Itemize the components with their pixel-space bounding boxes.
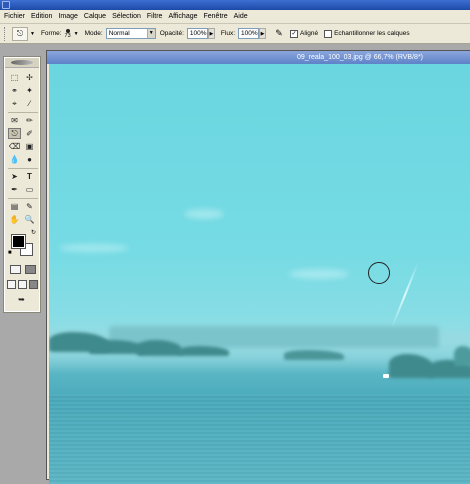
lasso-tool-icon[interactable]: ⚭ (8, 85, 21, 96)
aligne-checkbox[interactable]: ✓ (290, 29, 299, 38)
flux-label: Flux: (220, 30, 236, 37)
menu-fenetre[interactable]: Fenêtre (204, 13, 228, 20)
menu-filtre[interactable]: Filtre (147, 13, 163, 20)
window-title-bar (0, 0, 470, 10)
opacite-label: Opacité: (159, 30, 184, 37)
screen-mode-full-menu-button[interactable] (18, 280, 27, 289)
forme-label: Forme: (40, 30, 62, 37)
flux-input[interactable]: 100% (238, 28, 260, 39)
shape-tool-icon[interactable]: ▭ (23, 184, 36, 195)
document-title-bar[interactable]: 09_reala_100_03.jpg @ 66,7% (RVB/8*) (47, 51, 470, 64)
checkmark-icon: ✓ (291, 30, 297, 37)
marquee-tool-icon[interactable]: ⬚ (8, 72, 21, 83)
airbrush-icon[interactable]: ✎ (272, 27, 286, 41)
swap-colors-icon[interactable]: ↻ (31, 229, 36, 236)
chevron-down-icon[interactable]: ▼ (30, 31, 35, 37)
hand-tool-icon[interactable]: ✋ (8, 214, 21, 225)
move-tool-icon[interactable]: ✢ (23, 72, 36, 83)
default-colors-icon[interactable]: ■ (8, 250, 12, 256)
menu-affichage[interactable]: Affichage (168, 13, 197, 20)
toolbox-panel: ⬚ ✢ ⚭ ✦ ⌖ ∕ ✉ ✏ ⎋ ✐ ⌫ ▣ 💧 ● ➤ T ✒ ▭ ▤ ✎ … (3, 56, 41, 313)
flux-value: 100% (241, 30, 258, 37)
toolbox-divider (8, 168, 38, 169)
history-brush-tool-icon[interactable]: ✐ (23, 128, 36, 139)
healing-brush-tool-icon[interactable]: ✉ (8, 115, 21, 126)
clone-stamp-tool-icon[interactable]: ⎋ (8, 128, 21, 139)
pen-tool-icon[interactable]: ✒ (8, 184, 21, 195)
brush-tool-icon[interactable]: ✏ (23, 115, 36, 126)
feather-logo-icon (11, 60, 33, 65)
zoom-tool-icon[interactable]: 🔍 (23, 214, 36, 225)
cloud (59, 244, 129, 252)
document-title: 09_reala_100_03.jpg @ 66,7% (RVB/8*) (296, 54, 423, 61)
document-window: 09_reala_100_03.jpg @ 66,7% (RVB/8*) (46, 50, 470, 484)
foreground-color-swatch[interactable] (11, 234, 26, 249)
crop-tool-icon[interactable]: ⌖ (8, 98, 21, 109)
mode-dropdown-icon[interactable]: ▼ (146, 29, 155, 38)
quick-mask-mode-button[interactable] (25, 265, 36, 274)
flux-slider-button[interactable]: ▶ (259, 28, 267, 39)
cloud (184, 209, 224, 219)
toolbox-header[interactable] (5, 58, 39, 68)
type-tool-icon[interactable]: T (23, 171, 36, 182)
rock-island (179, 346, 229, 356)
brush-picker-arrow-icon[interactable]: ▼ (74, 31, 79, 37)
rock-island (89, 340, 144, 354)
echantillonner-label: Echantillonner les calques (334, 30, 410, 37)
menu-edition[interactable]: Edition (31, 13, 52, 20)
menu-calque[interactable]: Calque (84, 13, 106, 20)
aligne-label: Aligné (300, 30, 319, 37)
menu-image[interactable]: Image (58, 13, 77, 20)
slice-tool-icon[interactable]: ∕ (23, 98, 36, 109)
menu-fichier[interactable]: Fichier (4, 13, 25, 20)
mode-label: Mode: (84, 30, 103, 37)
clone-stamp-preset-icon[interactable]: ⎋ (12, 26, 28, 41)
opacite-input[interactable]: 100% (186, 28, 208, 39)
echantillonner-checkbox[interactable] (324, 29, 333, 38)
opacite-value: 100% (189, 30, 207, 37)
screen-mode-full-button[interactable] (29, 280, 38, 289)
path-selection-tool-icon[interactable]: ➤ (8, 171, 21, 182)
photoshop-app-icon[interactable] (2, 1, 10, 9)
sea-surface (49, 394, 470, 484)
brush-cursor (368, 262, 390, 284)
options-grip[interactable] (4, 26, 7, 41)
notes-tool-icon[interactable]: ▤ (8, 201, 21, 212)
rock-island (284, 350, 344, 360)
tool-options-bar: ⎋ ▼ Forme: 73 ▼ Mode: Normal ▼ Opacité: … (0, 24, 470, 44)
eyedropper-tool-icon[interactable]: ✎ (23, 201, 36, 212)
menu-bar: Fichier Edition Image Calque Sélection F… (0, 10, 470, 24)
brush-size: 73 (64, 32, 71, 39)
eraser-tool-icon[interactable]: ⌫ (8, 141, 21, 152)
mode-select[interactable]: Normal ▼ (105, 28, 156, 39)
mode-value: Normal (108, 30, 130, 37)
dodge-tool-icon[interactable]: ● (23, 154, 36, 165)
toolbox-divider (8, 112, 38, 113)
screen-mode-standard-button[interactable] (7, 280, 16, 289)
toolbox-divider (8, 198, 38, 199)
gradient-tool-icon[interactable]: ▣ (23, 141, 36, 152)
rock-island (454, 346, 470, 366)
rock-island (137, 340, 182, 356)
menu-aide[interactable]: Aide (234, 13, 248, 20)
boat (383, 374, 389, 378)
jump-to-imageready-icon[interactable]: ➥ (15, 294, 28, 305)
menu-selection[interactable]: Sélection (112, 13, 141, 20)
image-canvas[interactable] (49, 64, 470, 484)
magic-wand-tool-icon[interactable]: ✦ (23, 85, 36, 96)
brush-preset-picker[interactable]: 73 (64, 28, 71, 39)
blur-tool-icon[interactable]: 💧 (8, 154, 21, 165)
standard-mode-button[interactable] (10, 265, 21, 274)
opacite-slider-button[interactable]: ▶ (207, 28, 215, 39)
cloud (289, 269, 349, 279)
